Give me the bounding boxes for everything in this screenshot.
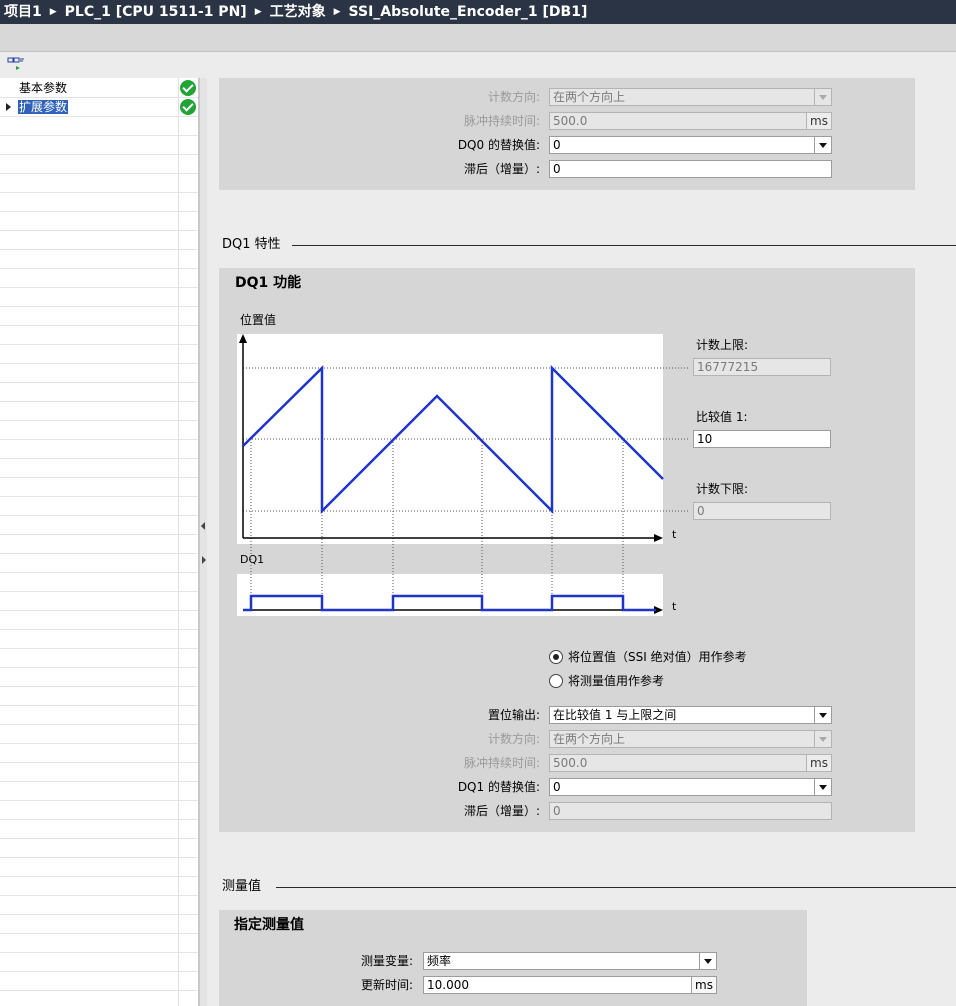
measurement-section-title: 测量值 <box>222 879 262 894</box>
measurement-panel-title: 指定测量值 <box>234 917 304 933</box>
dq1-hysteresis-field: 0 <box>549 802 832 820</box>
chevron-down-icon <box>814 707 831 723</box>
dq1-set-output-select[interactable]: 在比较值 1 与上限之间 <box>549 706 832 724</box>
dq1-pulse-duration-label: 脉冲持续时间: <box>463 756 540 770</box>
section-divider <box>276 887 956 888</box>
dq1-substitute-select[interactable]: 0 <box>549 778 832 796</box>
update-time-input[interactable]: 10.000 ms <box>423 976 717 994</box>
dq1-pulse-duration-field: 500.0 ms <box>549 754 832 772</box>
dq1-hysteresis-label: 滞后（增量）: <box>463 804 540 818</box>
dq1-count-direction-label: 计数方向: <box>487 732 540 746</box>
compare-value-input[interactable]: 10 <box>693 430 831 448</box>
reference-position-radio[interactable] <box>549 650 563 664</box>
lower-limit-field: 0 <box>693 502 831 520</box>
chevron-down-icon <box>814 779 831 795</box>
dq1-set-output-label: 置位输出: <box>487 708 540 722</box>
dq1-substitute-label: DQ1 的替换值: <box>457 780 540 794</box>
update-time-label: 更新时间: <box>360 978 413 992</box>
chevron-down-icon <box>699 953 716 969</box>
upper-limit-label: 计数上限: <box>696 338 749 352</box>
reference-position-label[interactable]: 将位置值（SSI 绝对值）用作参考 <box>568 650 747 664</box>
upper-limit-field: 16777215 <box>693 358 831 376</box>
compare-value-label: 比较值 1: <box>696 410 748 424</box>
reference-measurement-label[interactable]: 将测量值用作参考 <box>568 674 664 688</box>
reference-measurement-radio[interactable] <box>549 674 563 688</box>
chevron-down-icon <box>814 731 831 747</box>
lower-limit-label: 计数下限: <box>696 482 749 496</box>
dq1-count-direction-select: 在两个方向上 <box>549 730 832 748</box>
measurement-variable-label: 测量变量: <box>360 954 413 968</box>
measurement-variable-select[interactable]: 频率 <box>423 952 717 970</box>
